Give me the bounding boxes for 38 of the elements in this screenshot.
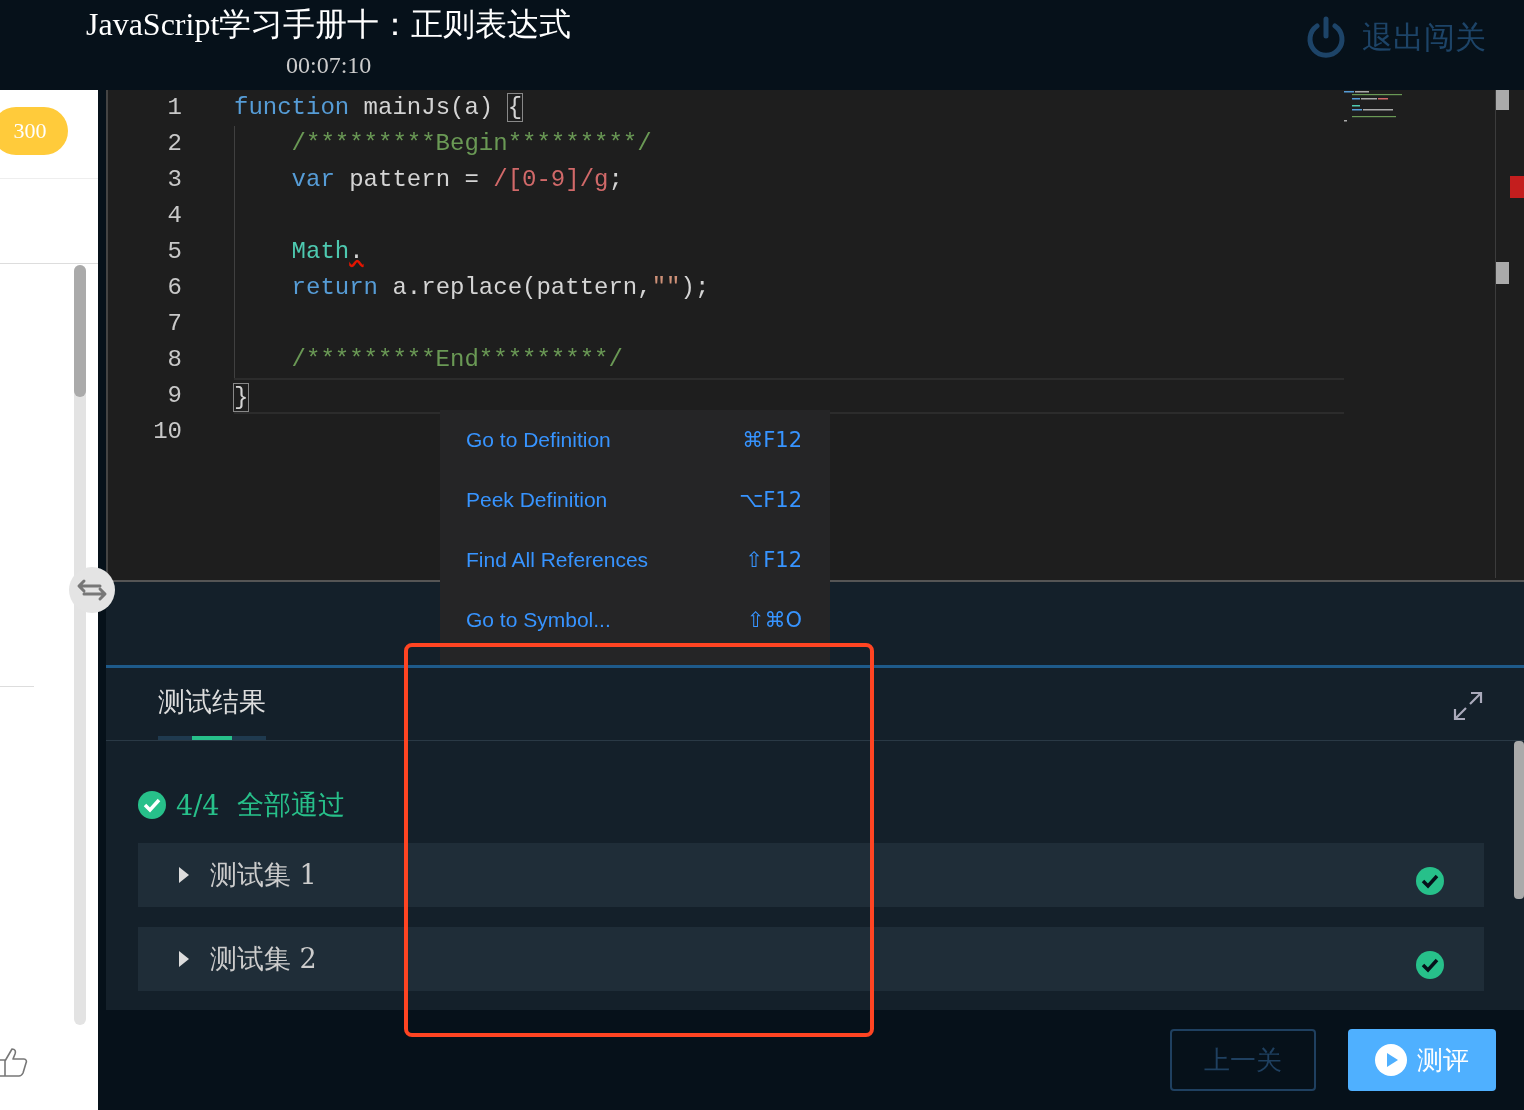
menu-item[interactable]: Find All References ⇧F12	[440, 538, 830, 582]
code-line: return a.replace(pattern,"");	[290, 273, 710, 303]
line-number: 1	[167, 93, 182, 123]
timer: 00:07:10	[285, 51, 372, 80]
editor-scrollbar[interactable]	[1495, 90, 1510, 578]
code-line: function mainJs(a) {	[234, 93, 523, 123]
line-number: 8	[167, 345, 182, 375]
results-scrollbar[interactable]	[1514, 741, 1524, 899]
error-marker	[1510, 176, 1524, 198]
test-set-row[interactable]: 测试集 2	[138, 927, 1484, 991]
menu-item[interactable]: Peek Definition ⌥F12	[440, 478, 830, 522]
thumbs-up-icon[interactable]	[0, 1046, 30, 1078]
results-tab[interactable]: 测试结果	[158, 668, 266, 740]
menu-item[interactable]: Go to Definition ⌘F12	[440, 418, 830, 462]
line-number: 2	[167, 129, 182, 159]
code-line: /*********End*********/	[290, 345, 623, 375]
pass-count: 4/4	[176, 789, 220, 821]
code-line: /*********Begin*********/	[290, 129, 652, 159]
line-number: 7	[167, 309, 182, 339]
resize-handle[interactable]	[68, 566, 116, 614]
scrollbar[interactable]	[74, 265, 86, 1025]
play-icon	[1375, 1044, 1407, 1076]
line-number: 9	[167, 381, 182, 411]
score-badge: 300	[0, 107, 68, 155]
line-number: 6	[167, 273, 182, 303]
code-line: Math.	[290, 237, 364, 267]
window-title: JavaScript学习手册十：正则表达式	[86, 5, 572, 44]
line-number: 5	[167, 237, 182, 267]
line-number: 4	[167, 201, 182, 231]
test-set-row[interactable]: 测试集 1	[138, 843, 1484, 907]
menu-item[interactable]: Go to Symbol... ⇧⌘O	[440, 598, 830, 642]
test-set-label: 测试集 2	[210, 942, 318, 976]
test-set-label: 测试集 1	[210, 858, 318, 892]
line-number: 3	[167, 165, 182, 195]
code-line: var pattern = /[0-9]/g;	[290, 165, 623, 195]
pass-status: 全部通过	[237, 788, 346, 822]
expand-icon[interactable]	[1452, 690, 1484, 722]
line-number: 10	[153, 417, 182, 447]
